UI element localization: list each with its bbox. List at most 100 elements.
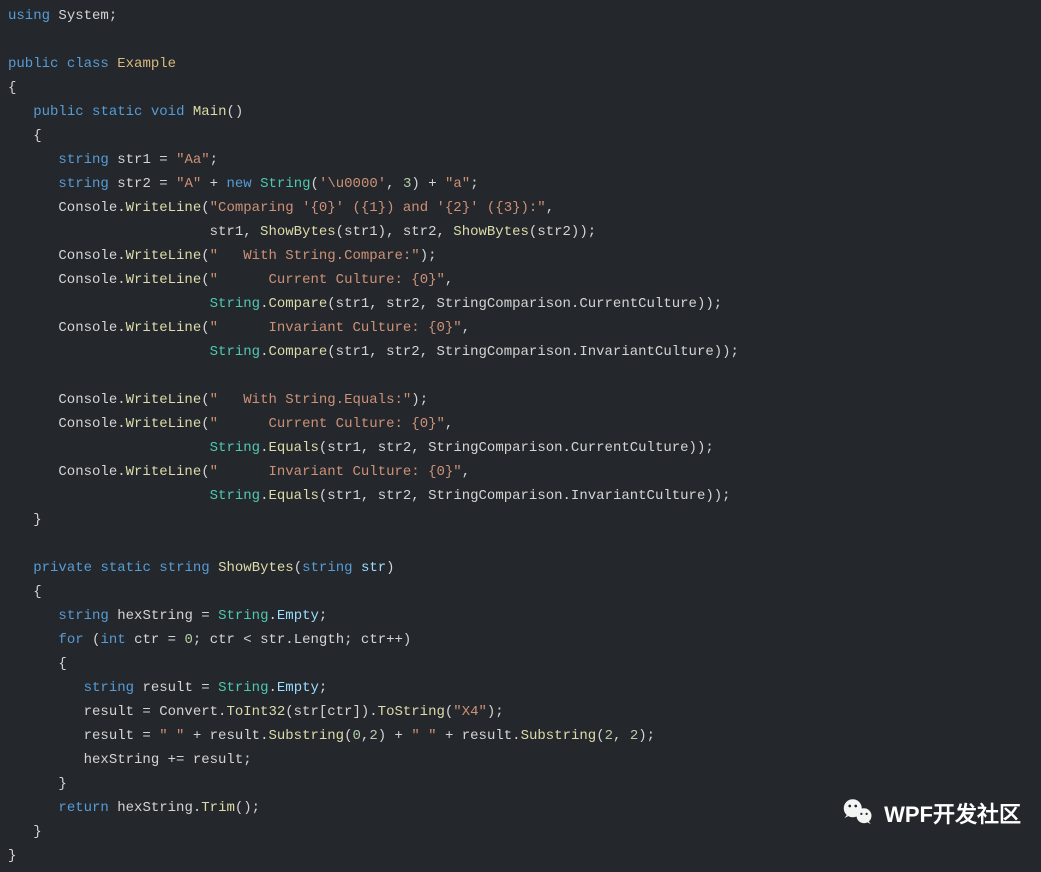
code-line[interactable]: result = Convert.ToInt32(str[ctr]).ToStr… xyxy=(8,700,1033,724)
code-token: Substring xyxy=(521,728,597,744)
code-token xyxy=(151,560,159,576)
code-token: static xyxy=(100,560,150,576)
code-token: Console. xyxy=(8,416,126,432)
code-token: { xyxy=(8,584,42,600)
code-token: "Comparing '{0}' ({1}) and '{2}' ({3}):" xyxy=(210,200,546,216)
code-line[interactable]: } xyxy=(8,772,1033,796)
code-token: (str1, str2, StringComparison.CurrentCul… xyxy=(327,296,722,312)
code-token: (str1, str2, StringComparison.InvariantC… xyxy=(327,344,739,360)
code-token: ; xyxy=(470,176,478,192)
code-token: ); xyxy=(411,392,428,408)
code-token: ); xyxy=(420,248,437,264)
code-token: string xyxy=(84,680,134,696)
code-line[interactable]: { xyxy=(8,76,1033,100)
code-token: 2 xyxy=(369,728,377,744)
code-token: "A" xyxy=(176,176,201,192)
code-token: + xyxy=(201,176,226,192)
code-line[interactable]: string str1 = "Aa"; xyxy=(8,148,1033,172)
code-token: static xyxy=(92,104,142,120)
code-token: (str1), str2, xyxy=(336,224,454,240)
code-token: , xyxy=(613,728,630,744)
code-token xyxy=(8,104,33,120)
code-token: ( xyxy=(201,272,209,288)
code-line[interactable]: Console.WriteLine(" With String.Equals:"… xyxy=(8,388,1033,412)
code-editor[interactable]: using System; public class Example{ publ… xyxy=(0,0,1041,872)
code-token: + result. xyxy=(184,728,268,744)
code-token: ( xyxy=(201,200,209,216)
code-token: String xyxy=(218,680,268,696)
code-token: WriteLine xyxy=(126,248,202,264)
code-token: string xyxy=(58,608,108,624)
code-token: ; ctr < str.Length; ctr++) xyxy=(193,632,411,648)
code-line[interactable]: } xyxy=(8,844,1033,868)
code-token: ; xyxy=(210,152,218,168)
code-token: result = xyxy=(134,680,218,696)
code-token: public xyxy=(8,56,58,72)
code-line[interactable]: str1, ShowBytes(str1), str2, ShowBytes(s… xyxy=(8,220,1033,244)
code-token: for xyxy=(58,632,83,648)
code-line[interactable]: String.Equals(str1, str2, StringComparis… xyxy=(8,436,1033,460)
code-line[interactable] xyxy=(8,28,1033,52)
code-token: + result. xyxy=(437,728,521,744)
code-line[interactable]: string hexString = String.Empty; xyxy=(8,604,1033,628)
code-line[interactable]: result = " " + result.Substring(0,2) + "… xyxy=(8,724,1033,748)
code-token: } xyxy=(8,824,42,840)
code-token: , xyxy=(462,464,470,480)
code-token: WriteLine xyxy=(126,200,202,216)
code-token: string xyxy=(58,152,108,168)
code-line[interactable]: String.Compare(str1, str2, StringCompari… xyxy=(8,292,1033,316)
code-line[interactable]: } xyxy=(8,820,1033,844)
code-token: using xyxy=(8,8,50,24)
code-token: 2 xyxy=(630,728,638,744)
code-token xyxy=(353,560,361,576)
code-line[interactable] xyxy=(8,532,1033,556)
code-token: Console. xyxy=(8,320,126,336)
code-line[interactable]: Console.WriteLine(" Current Culture: {0}… xyxy=(8,412,1033,436)
code-token: Trim xyxy=(201,800,235,816)
code-token: Equals xyxy=(268,488,318,504)
code-token: ( xyxy=(311,176,319,192)
code-token: string xyxy=(302,560,352,576)
code-token: String xyxy=(210,440,260,456)
code-token: ( xyxy=(201,320,209,336)
code-line[interactable]: Console.WriteLine(" Invariant Culture: {… xyxy=(8,460,1033,484)
code-line[interactable]: Console.WriteLine("Comparing '{0}' ({1})… xyxy=(8,196,1033,220)
code-line[interactable]: hexString += result; xyxy=(8,748,1033,772)
code-token: result = xyxy=(8,728,159,744)
code-line[interactable]: private static string ShowBytes(string s… xyxy=(8,556,1033,580)
code-token: (str2)); xyxy=(529,224,596,240)
code-token: "Aa" xyxy=(176,152,210,168)
code-token: public xyxy=(33,104,83,120)
code-token xyxy=(8,488,210,504)
code-token: new xyxy=(227,176,252,192)
code-line[interactable]: { xyxy=(8,124,1033,148)
code-token: string xyxy=(159,560,209,576)
code-token: private xyxy=(33,560,92,576)
code-line[interactable]: { xyxy=(8,652,1033,676)
code-line[interactable]: Console.WriteLine(" Current Culture: {0}… xyxy=(8,268,1033,292)
code-token: ctr = xyxy=(126,632,185,648)
code-line[interactable]: Console.WriteLine(" Invariant Culture: {… xyxy=(8,316,1033,340)
code-line[interactable]: public static void Main() xyxy=(8,100,1033,124)
code-token: (); xyxy=(235,800,260,816)
code-line[interactable]: return hexString.Trim(); xyxy=(8,796,1033,820)
code-token: ); xyxy=(487,704,504,720)
code-token: Console. xyxy=(8,248,126,264)
code-line[interactable]: using System; xyxy=(8,4,1033,28)
code-line[interactable]: for (int ctr = 0; ctr < str.Length; ctr+… xyxy=(8,628,1033,652)
code-line[interactable]: String.Compare(str1, str2, StringCompari… xyxy=(8,340,1033,364)
code-line[interactable]: string str2 = "A" + new String('\u0000',… xyxy=(8,172,1033,196)
code-token: (str[ctr]). xyxy=(285,704,377,720)
code-line[interactable]: string result = String.Empty; xyxy=(8,676,1033,700)
code-token: String xyxy=(260,176,310,192)
code-line[interactable]: public class Example xyxy=(8,52,1033,76)
code-line[interactable]: } xyxy=(8,508,1033,532)
code-line[interactable]: { xyxy=(8,580,1033,604)
code-token: void xyxy=(151,104,185,120)
code-line[interactable]: String.Equals(str1, str2, StringComparis… xyxy=(8,484,1033,508)
code-line[interactable] xyxy=(8,364,1033,388)
code-line[interactable]: Console.WriteLine(" With String.Compare:… xyxy=(8,244,1033,268)
code-token: hexString = xyxy=(109,608,218,624)
code-token xyxy=(8,440,210,456)
code-token: Console. xyxy=(8,464,126,480)
